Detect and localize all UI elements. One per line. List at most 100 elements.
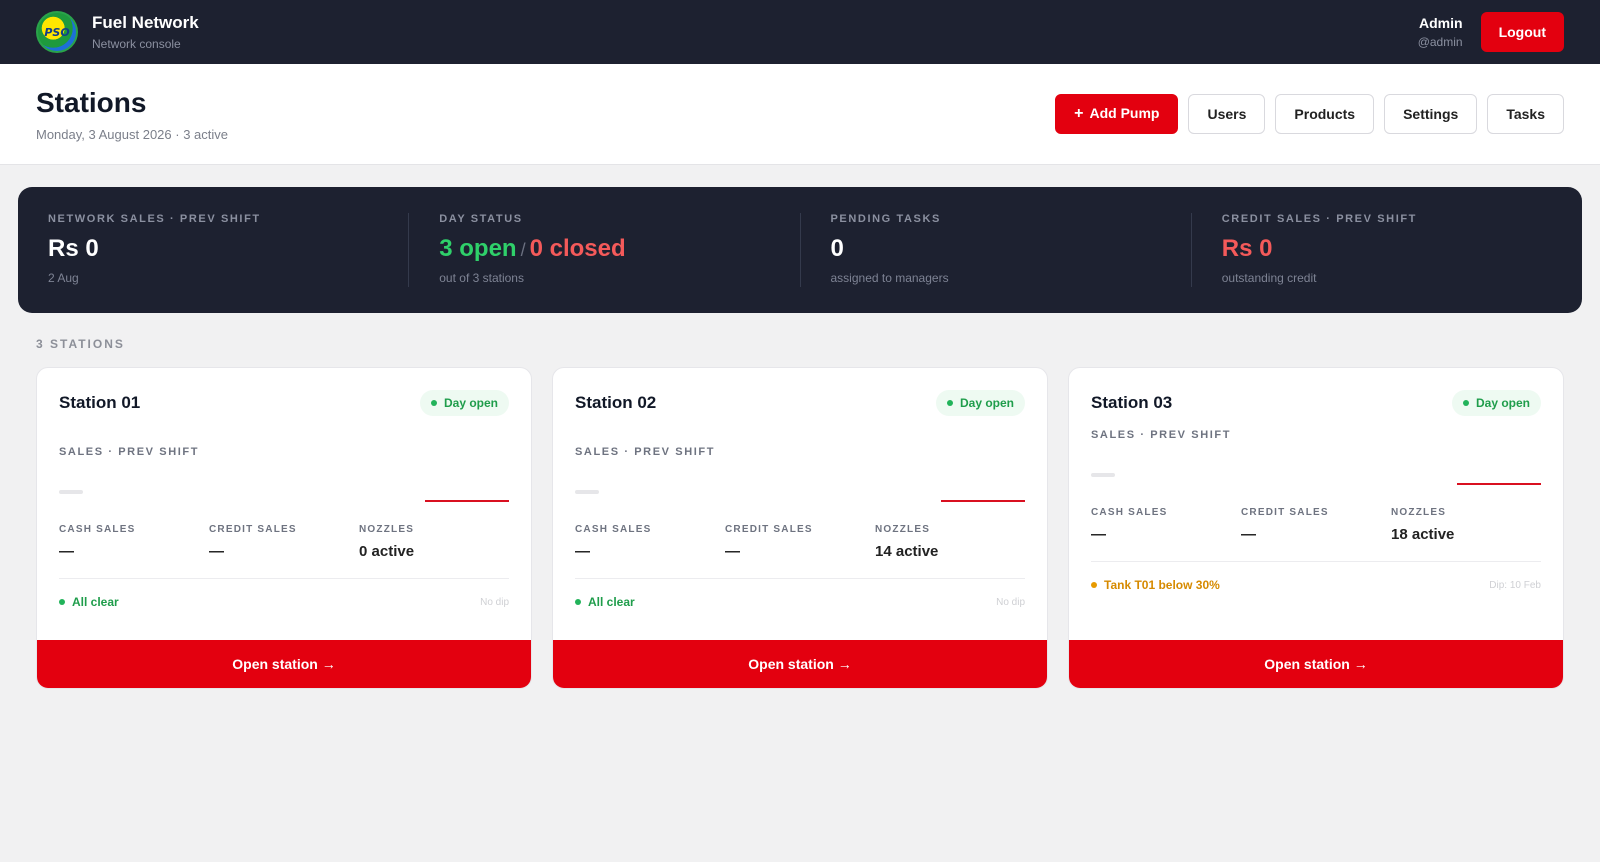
open-count: 3 open xyxy=(439,235,517,262)
metric-label: CASH SALES xyxy=(1091,507,1168,518)
status-row: All clear No dip xyxy=(59,595,509,609)
status-badge: Day open xyxy=(419,390,509,416)
metrics-row: CASH SALES — CREDIT SALES — NOZZLES 18 a… xyxy=(1091,507,1541,543)
open-station-button[interactable]: Open station → xyxy=(1069,640,1563,688)
status-badge: Day open xyxy=(935,390,1025,416)
station-name: Station 01 xyxy=(59,393,141,412)
metric-label: CREDIT SALES xyxy=(1241,507,1329,518)
card-body: Station 01 Day open SALES · PREV SHIFT C… xyxy=(37,368,531,640)
metric-value: 18 active xyxy=(1391,526,1455,543)
metric-label: CASH SALES xyxy=(59,524,136,535)
stat-pending-tasks: PENDING TASKS 0 assigned to managers xyxy=(801,213,1192,287)
dot-icon xyxy=(430,400,437,406)
stat-label: DAY STATUS xyxy=(439,213,523,225)
station-name: Station 03 xyxy=(1091,393,1173,412)
sales-placeholder xyxy=(575,490,599,494)
card-header: Station 02 Day open xyxy=(575,390,1025,416)
user-handle: @admin xyxy=(1417,35,1463,49)
station-card: Station 01 Day open SALES · PREV SHIFT C… xyxy=(36,367,532,689)
divider xyxy=(59,578,509,579)
plus-icon: + xyxy=(1074,105,1084,122)
metric-cash: CASH SALES — xyxy=(1091,507,1241,543)
metric-nozzles: NOZZLES 18 active xyxy=(1391,507,1541,543)
metric-value: — xyxy=(725,543,740,560)
products-button[interactable]: Products xyxy=(1275,94,1375,134)
metric-label: CASH SALES xyxy=(575,524,652,535)
metric-cash: CASH SALES — xyxy=(59,524,209,560)
settings-button[interactable]: Settings xyxy=(1384,94,1478,134)
add-pump-label: Add Pump xyxy=(1089,105,1160,121)
stat-label: CREDIT SALES · PREV SHIFT xyxy=(1221,213,1417,225)
open-station-button[interactable]: Open station → xyxy=(37,640,531,688)
metric-value: — xyxy=(575,543,590,560)
add-pump-button[interactable]: + Add Pump xyxy=(1055,94,1179,134)
logout-button[interactable]: Logout xyxy=(1480,12,1564,52)
alert-status: All clear xyxy=(575,595,635,609)
metric-credit: CREDIT SALES — xyxy=(1241,507,1391,543)
stations-count-label: 3 STATIONS xyxy=(36,337,125,351)
badge-label: Day open xyxy=(443,396,498,410)
top-nav: PSO Fuel Network Network console Admin @… xyxy=(0,0,1600,64)
tasks-button[interactable]: Tasks xyxy=(1487,94,1564,134)
badge-label: Day open xyxy=(959,396,1014,410)
metric-label: CREDIT SALES xyxy=(725,524,813,535)
stat-foot: out of 3 stations xyxy=(439,271,524,285)
metrics-row: CASH SALES — CREDIT SALES — NOZZLES 0 ac… xyxy=(59,524,509,560)
sales-label: SALES · PREV SHIFT xyxy=(1091,429,1232,441)
page-title: Stations xyxy=(36,86,147,118)
metric-label: NOZZLES xyxy=(359,524,415,535)
station-name: Station 02 xyxy=(575,393,657,412)
stat-foot: 2 Aug xyxy=(48,271,79,285)
stat-label: NETWORK SALES · PREV SHIFT xyxy=(48,213,261,225)
metric-label: NOZZLES xyxy=(1391,507,1447,518)
status-badge: Day open xyxy=(1451,390,1541,416)
sales-placeholder xyxy=(1091,473,1115,477)
metric-value: 0 active xyxy=(359,543,415,560)
trend-line xyxy=(941,500,1025,502)
network-summary: NETWORK SALES · PREV SHIFT Rs 0 2 Aug DA… xyxy=(18,187,1582,313)
metric-label: CREDIT SALES xyxy=(209,524,297,535)
metric-value: — xyxy=(209,543,224,560)
stat-foot: outstanding credit xyxy=(1221,271,1317,285)
alert-status: All clear xyxy=(59,595,119,609)
users-button[interactable]: Users xyxy=(1188,94,1266,134)
sales-label: SALES · PREV SHIFT xyxy=(575,446,716,458)
status-row: Tank T01 below 30% Dip: 10 Feb xyxy=(1091,578,1541,592)
stat-value: 3 open/0 closed xyxy=(439,235,769,263)
page-header: Stations Monday, 3 August 2026 · 3 activ… xyxy=(0,64,1600,165)
status-text: Tank T01 below 30% xyxy=(1104,578,1220,592)
status-text: All clear xyxy=(588,595,635,609)
card-body: Station 03 Day open SALES · PREV SHIFT C… xyxy=(1069,368,1563,640)
dip-info: No dip xyxy=(480,596,509,608)
metric-cash: CASH SALES — xyxy=(575,524,725,560)
sales-sparkline xyxy=(59,458,509,502)
stat-network-sales: NETWORK SALES · PREV SHIFT Rs 0 2 Aug xyxy=(18,213,410,287)
user-name: Admin xyxy=(1419,15,1463,31)
dip-info: Dip: 10 Feb xyxy=(1489,579,1541,591)
trend-line xyxy=(1457,483,1541,485)
metric-credit: CREDIT SALES — xyxy=(209,524,359,560)
metric-label: NOZZLES xyxy=(875,524,931,535)
status-text: All clear xyxy=(72,595,119,609)
user-area: Admin @admin Logout xyxy=(1418,12,1564,52)
metric-nozzles: NOZZLES 14 active xyxy=(875,524,1025,560)
brand-name: Fuel Network xyxy=(92,13,199,32)
metrics-row: CASH SALES — CREDIT SALES — NOZZLES 14 a… xyxy=(575,524,1025,560)
metric-value: — xyxy=(1241,526,1256,543)
closed-count: 0 closed xyxy=(529,235,626,262)
metric-value: 14 active xyxy=(875,543,939,560)
brand[interactable]: PSO Fuel Network Network console xyxy=(36,11,199,53)
dot-icon xyxy=(1091,582,1097,588)
user-info: Admin @admin xyxy=(1418,15,1463,49)
card-body: Station 02 Day open SALES · PREV SHIFT C… xyxy=(553,368,1047,640)
sales-sparkline xyxy=(1091,441,1541,485)
sales-label: SALES · PREV SHIFT xyxy=(59,446,200,458)
metric-value: — xyxy=(1091,526,1106,543)
divider xyxy=(1091,561,1541,562)
station-card: Station 03 Day open SALES · PREV SHIFT C… xyxy=(1068,367,1564,689)
stat-value: Rs 0 xyxy=(48,235,99,262)
stat-foot: assigned to managers xyxy=(830,271,949,285)
open-station-button[interactable]: Open station → xyxy=(553,640,1047,688)
badge-label: Day open xyxy=(1475,396,1530,410)
dot-icon xyxy=(946,400,953,406)
